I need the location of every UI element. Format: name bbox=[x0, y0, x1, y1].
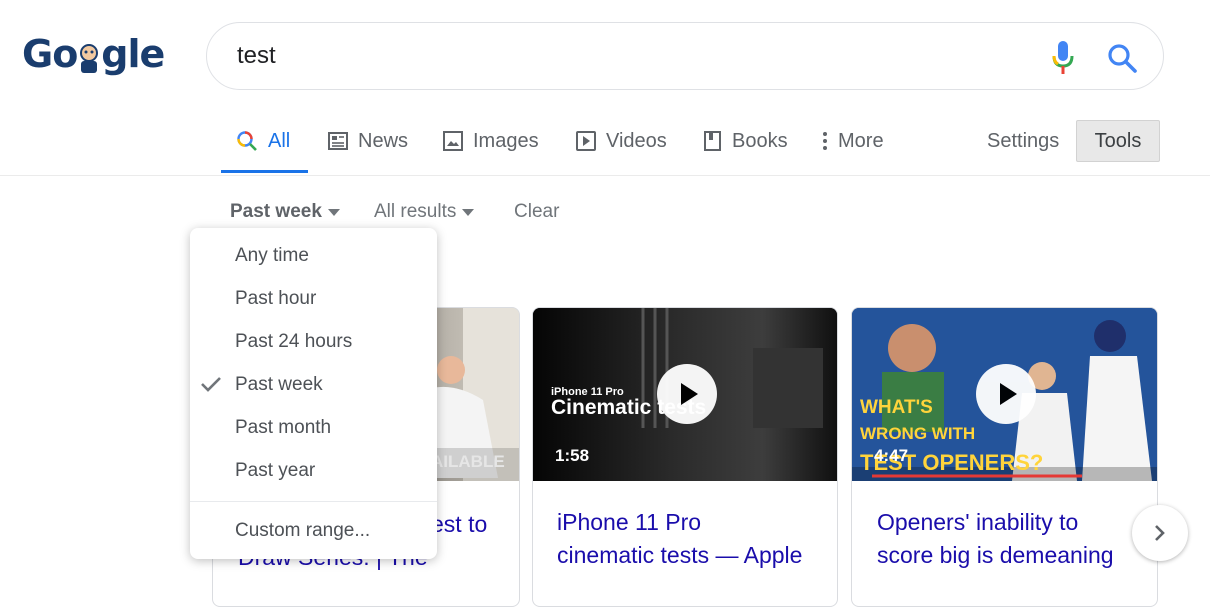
chevron-right-icon bbox=[1155, 525, 1165, 541]
time-filter-dropdown[interactable]: Past week bbox=[230, 200, 340, 224]
video-title[interactable]: Openers' inability to bbox=[877, 506, 1078, 539]
tab-more[interactable]: More bbox=[822, 128, 884, 154]
menu-item-custom-range[interactable]: Custom range... bbox=[235, 519, 370, 543]
video-duration: 1:58 bbox=[555, 446, 590, 465]
tab-books[interactable]: Books bbox=[704, 128, 788, 154]
microphone-icon[interactable] bbox=[1052, 41, 1074, 75]
results-filter-dropdown[interactable]: All results bbox=[374, 200, 475, 224]
video-thumbnail[interactable]: WHAT'S WRONG WITH TEST OPENERS? 4:47 bbox=[852, 308, 1157, 481]
play-icon bbox=[576, 131, 596, 151]
video-duration: 4:47 bbox=[874, 446, 909, 465]
header-divider bbox=[0, 175, 1210, 176]
menu-item-any-time[interactable]: Any time bbox=[235, 244, 309, 268]
results-filter-label: All results bbox=[374, 201, 457, 222]
more-vert-icon bbox=[823, 132, 827, 150]
tab-label: Images bbox=[473, 130, 539, 152]
menu-divider bbox=[190, 501, 437, 502]
carousel-next-button[interactable] bbox=[1132, 505, 1188, 561]
tab-label: Videos bbox=[606, 130, 667, 152]
tab-videos[interactable]: Videos bbox=[576, 128, 667, 154]
caret-down-icon bbox=[462, 208, 475, 216]
tab-news[interactable]: News bbox=[328, 128, 408, 154]
caret-down-icon bbox=[327, 208, 340, 216]
time-filter-menu: Any time Past hour Past 24 hours Past we… bbox=[190, 228, 437, 559]
checkmark-icon bbox=[200, 375, 222, 398]
search-icon[interactable] bbox=[1107, 43, 1137, 73]
menu-item-past-hour[interactable]: Past hour bbox=[235, 287, 316, 311]
google-logo[interactable]: Go gle bbox=[22, 32, 165, 76]
menu-item-past-year[interactable]: Past year bbox=[235, 459, 315, 483]
play-button-icon[interactable] bbox=[657, 364, 717, 424]
play-button-icon[interactable] bbox=[976, 364, 1036, 424]
active-tab-indicator bbox=[221, 170, 308, 173]
tab-label: All bbox=[268, 130, 291, 152]
menu-item-past-24-hours[interactable]: Past 24 hours bbox=[235, 330, 352, 354]
search-input[interactable]: test bbox=[237, 41, 276, 71]
tab-images[interactable]: Images bbox=[443, 128, 539, 154]
settings-link[interactable]: Settings bbox=[987, 128, 1059, 154]
time-filter-label: Past week bbox=[230, 201, 322, 222]
thumbnail-overlay-text: AILABLE bbox=[431, 452, 505, 471]
video-card[interactable]: WHAT'S WRONG WITH TEST OPENERS? 4:47 Ope… bbox=[851, 307, 1158, 607]
video-title-line2[interactable]: cinematic tests — Apple bbox=[557, 539, 802, 572]
overlay-line2: WRONG WITH bbox=[860, 424, 976, 443]
tab-label: More bbox=[838, 130, 884, 152]
menu-item-past-week[interactable]: Past week bbox=[235, 373, 323, 397]
tab-label: Books bbox=[732, 130, 788, 152]
search-icon bbox=[237, 131, 257, 151]
menu-item-past-month[interactable]: Past month bbox=[235, 416, 331, 440]
tab-all[interactable]: All bbox=[236, 128, 290, 154]
image-icon bbox=[443, 131, 463, 151]
video-thumbnail[interactable]: iPhone 11 Pro Cinematic tests 1:58 bbox=[533, 308, 837, 481]
doodle-icon bbox=[77, 38, 101, 73]
newspaper-icon bbox=[328, 132, 348, 150]
tab-label: News bbox=[358, 130, 409, 152]
clear-filter-link[interactable]: Clear bbox=[514, 200, 559, 224]
video-title[interactable]: est to bbox=[431, 508, 487, 541]
overlay-line1: WHAT'S bbox=[860, 397, 933, 418]
search-box[interactable]: test bbox=[206, 22, 1164, 90]
video-title-line2[interactable]: score big is demeaning bbox=[877, 539, 1114, 572]
video-card[interactable]: iPhone 11 Pro Cinematic tests 1:58 iPhon… bbox=[532, 307, 838, 607]
video-title[interactable]: iPhone 11 Pro bbox=[557, 506, 701, 539]
tools-button[interactable]: Tools bbox=[1076, 120, 1160, 162]
book-icon bbox=[704, 131, 721, 151]
